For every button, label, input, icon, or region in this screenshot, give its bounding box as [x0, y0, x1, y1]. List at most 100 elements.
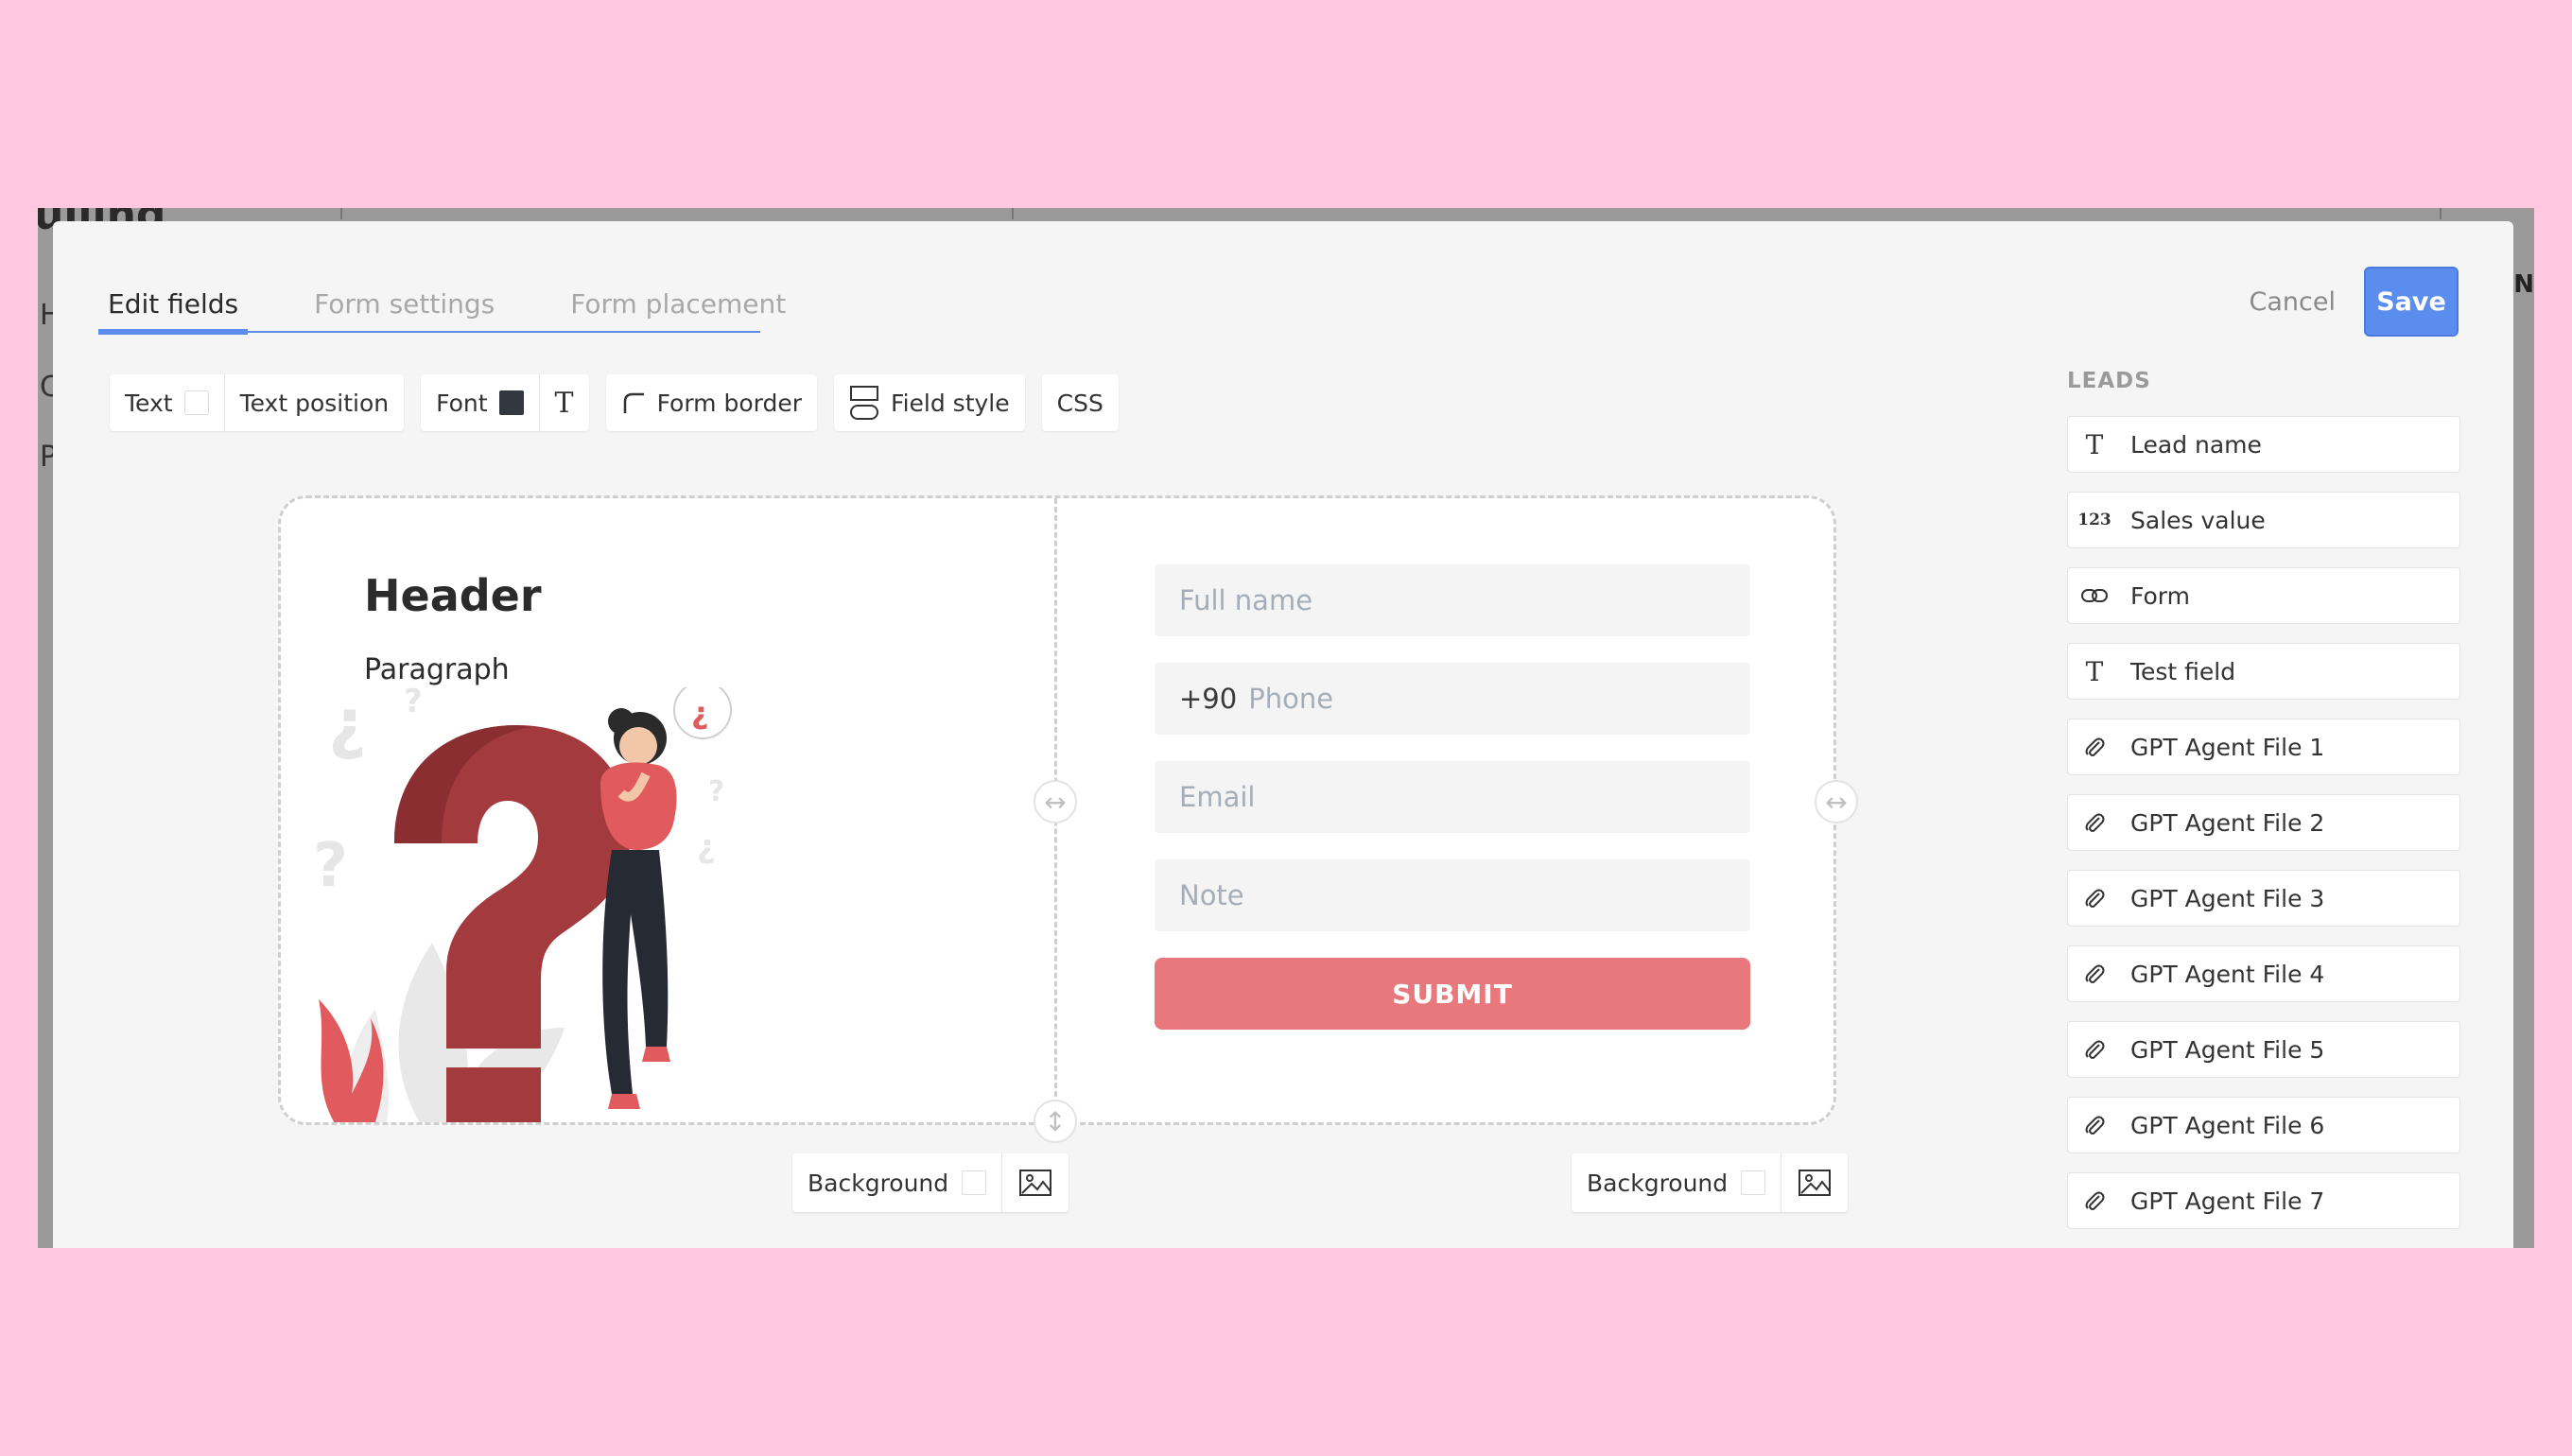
- lead-field-gpt-agent-file-5[interactable]: GPT Agent File 5: [2067, 1021, 2460, 1078]
- background-divider: [1012, 208, 1014, 219]
- text-label: Text: [125, 389, 173, 417]
- form-canvas: Header Paragraph ¿ ? ? ¿ ? ¿ ↔ ↔ ↕ Full …: [278, 495, 1858, 1143]
- field-placeholder: Full name: [1179, 584, 1313, 616]
- lead-field-test-field[interactable]: T Test field: [2067, 643, 2460, 700]
- lead-field-gpt-agent-file-3[interactable]: GPT Agent File 3: [2067, 870, 2460, 927]
- full-name-field[interactable]: Full name: [1155, 564, 1750, 636]
- text-tool-group: Text Text position: [110, 374, 405, 431]
- background-letter: N: [2513, 270, 2534, 299]
- link-icon: [2079, 588, 2110, 603]
- left-background-color-button[interactable]: Background: [792, 1153, 1003, 1212]
- font-tool-group: Font T: [421, 374, 589, 431]
- field-style-button[interactable]: Field style: [834, 374, 1025, 431]
- right-background-image-button[interactable]: [1781, 1153, 1848, 1212]
- field-placeholder: Phone: [1248, 683, 1334, 715]
- field-style-icon: [850, 386, 879, 420]
- lead-field-gpt-agent-file-1[interactable]: GPT Agent File 1: [2067, 719, 2460, 775]
- note-field[interactable]: Note: [1155, 859, 1750, 931]
- phone-field[interactable]: +90 Phone: [1155, 663, 1750, 735]
- lead-field-label: GPT Agent File 6: [2130, 1111, 2325, 1139]
- vertical-arrows-icon: ↕: [1044, 1105, 1067, 1137]
- css-label: CSS: [1056, 389, 1104, 417]
- css-button[interactable]: CSS: [1042, 374, 1119, 431]
- lead-field-gpt-agent-file-2[interactable]: GPT Agent File 2: [2067, 794, 2460, 851]
- lead-field-label: GPT Agent File 7: [2130, 1187, 2325, 1215]
- background-divider: [2440, 208, 2442, 219]
- lead-field-gpt-agent-file-6[interactable]: GPT Agent File 6: [2067, 1097, 2460, 1153]
- tab-form-settings[interactable]: Form settings: [304, 280, 504, 331]
- background-label: Background: [1587, 1169, 1729, 1197]
- leads-title: LEADS: [2067, 369, 2151, 393]
- form-border-label: Form border: [656, 389, 803, 417]
- right-background-control: Background: [1572, 1153, 1849, 1212]
- text-position-button[interactable]: Text position: [223, 374, 405, 431]
- text-position-label: Text position: [239, 389, 390, 417]
- font-color-button[interactable]: Font: [421, 374, 538, 431]
- lead-field-label: GPT Agent File 3: [2130, 884, 2325, 912]
- resize-width-handle[interactable]: ↔: [1815, 780, 1858, 823]
- phone-prefix: +90: [1179, 683, 1238, 715]
- background-color-swatch: [962, 1170, 987, 1195]
- form-border-tool: Form border: [605, 374, 818, 431]
- svg-text:¿: ¿: [328, 687, 367, 762]
- svg-text:¿: ¿: [697, 828, 716, 866]
- css-tool: CSS: [1041, 374, 1119, 431]
- left-background-control: Background: [792, 1153, 1069, 1212]
- background-label: Background: [808, 1169, 949, 1197]
- font-color-swatch: [498, 390, 524, 415]
- submit-button[interactable]: SUBMIT: [1155, 958, 1750, 1030]
- cancel-button[interactable]: Cancel: [2250, 287, 2336, 317]
- form-left-pane[interactable]: Header Paragraph ¿ ? ? ¿ ? ¿: [281, 498, 1054, 1122]
- lead-field-gpt-agent-file-4[interactable]: GPT Agent File 4: [2067, 945, 2460, 1002]
- number-icon: 123: [2077, 511, 2111, 529]
- text-color-button[interactable]: Text: [110, 374, 224, 431]
- font-label: Font: [436, 389, 488, 417]
- typography-icon: T: [554, 386, 574, 420]
- horizontal-arrows-icon: ↔: [1825, 786, 1848, 818]
- lead-field-label: Sales value: [2130, 506, 2266, 534]
- paperclip-icon: [2079, 1113, 2110, 1137]
- text-icon: T: [2085, 428, 2104, 460]
- resize-height-handle[interactable]: ↕: [1034, 1100, 1077, 1143]
- email-field[interactable]: Email: [1155, 761, 1750, 833]
- left-background-image-button[interactable]: [1002, 1153, 1069, 1212]
- lead-field-lead-name[interactable]: T Lead name: [2067, 416, 2460, 473]
- tab-form-placement[interactable]: Form placement: [561, 280, 795, 331]
- tab-edit-fields[interactable]: Edit fields: [98, 280, 249, 335]
- lead-field-form[interactable]: Form: [2067, 567, 2460, 624]
- lead-field-label: Lead name: [2130, 430, 2262, 459]
- paperclip-icon: [2079, 886, 2110, 910]
- lead-field-label: GPT Agent File 5: [2130, 1035, 2325, 1064]
- border-radius-icon: [623, 392, 644, 413]
- image-icon: [1019, 1170, 1052, 1196]
- text-color-swatch: [183, 390, 209, 415]
- paperclip-icon: [2079, 735, 2110, 759]
- header-actions: Cancel Save: [2250, 267, 2459, 337]
- background-color-swatch: [1741, 1170, 1766, 1195]
- thinking-person-illustration: ¿ ? ? ¿ ? ¿: [313, 687, 732, 1122]
- form-header[interactable]: Header: [364, 570, 542, 621]
- leads-sidebar: LEADS T Lead name 123 Sales value Form T…: [2067, 369, 2460, 1248]
- resize-horizontal-handle[interactable]: ↔: [1034, 780, 1077, 823]
- horizontal-arrows-icon: ↔: [1044, 786, 1067, 818]
- lead-field-label: GPT Agent File 2: [2130, 808, 2325, 837]
- right-background-color-button[interactable]: Background: [1572, 1153, 1782, 1212]
- lead-field-sales-value[interactable]: 123 Sales value: [2067, 492, 2460, 548]
- lead-field-gpt-agent-file-7[interactable]: GPT Agent File 7: [2067, 1172, 2460, 1229]
- form-fields-pane: Full name +90 Phone Email Note SUBMIT: [1155, 564, 1750, 1030]
- lead-field-label: Form: [2130, 581, 2190, 610]
- paperclip-icon: [2079, 810, 2110, 835]
- text-icon: T: [2085, 655, 2104, 687]
- lead-field-label: Test field: [2130, 657, 2236, 685]
- field-style-label: Field style: [891, 389, 1010, 417]
- paperclip-icon: [2079, 1188, 2110, 1213]
- lead-field-label: GPT Agent File 4: [2130, 960, 2325, 988]
- form-border-button[interactable]: Form border: [606, 374, 817, 431]
- svg-text:?: ?: [404, 687, 423, 720]
- field-placeholder: Note: [1179, 879, 1244, 911]
- save-button[interactable]: Save: [2364, 267, 2459, 337]
- form-paragraph[interactable]: Paragraph: [364, 653, 510, 686]
- style-toolbar: Text Text position Font T Form border Fi…: [110, 374, 1119, 431]
- font-family-button[interactable]: T: [538, 374, 589, 431]
- paperclip-icon: [2079, 1037, 2110, 1062]
